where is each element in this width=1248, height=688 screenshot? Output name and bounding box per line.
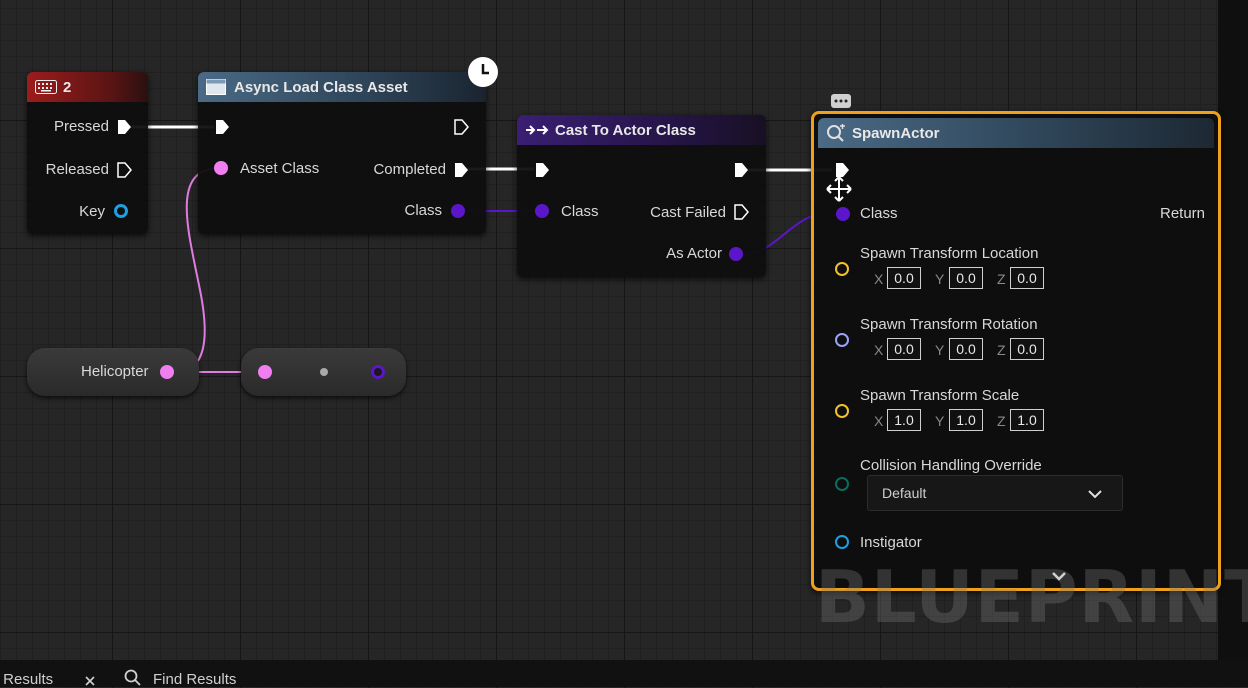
conversion-output-pin[interactable] <box>371 365 385 379</box>
cast-node[interactable]: Cast To Actor Class Class Cast Failed As… <box>517 115 766 277</box>
helicopter-output-pin[interactable] <box>160 365 174 379</box>
scale-y-field[interactable]: 1.0 <box>949 409 983 431</box>
rotation-x-label: X <box>874 342 884 358</box>
tab-results[interactable]: r Results <box>0 671 53 688</box>
released-label: Released <box>45 161 109 178</box>
conversion-input-pin[interactable] <box>258 365 272 379</box>
async-load-header[interactable]: Async Load Class Asset <box>198 72 486 102</box>
move-cursor-icon <box>826 176 852 202</box>
cast-failed-exec-pin[interactable] <box>733 204 749 220</box>
collision-pin[interactable] <box>835 477 849 491</box>
location-z-field[interactable]: 0.0 <box>1010 267 1044 289</box>
cast-exec-in[interactable] <box>534 162 550 178</box>
key-pin[interactable] <box>114 204 128 218</box>
location-y-label: Y <box>935 271 945 287</box>
as-actor-label: As Actor <box>666 245 722 262</box>
scale-z-label: Z <box>997 413 1006 429</box>
conversion-node[interactable] <box>241 348 406 396</box>
instigator-label: Instigator <box>860 534 922 551</box>
scale-pin[interactable] <box>835 404 849 418</box>
tab-find-results-label: Find Results <box>153 671 237 688</box>
location-x-label: X <box>874 271 884 287</box>
cast-header[interactable]: Cast To Actor Class <box>517 115 766 145</box>
helicopter-label: Helicopter <box>81 363 149 380</box>
spawn-class-pin[interactable] <box>836 207 850 221</box>
pressed-label: Pressed <box>53 118 109 135</box>
async-load-exec-then[interactable] <box>453 119 469 135</box>
async-class-label: Class <box>404 202 442 219</box>
spawn-class-label: Class <box>860 205 898 222</box>
async-load-node[interactable]: Async Load Class Asset Asset Class Compl… <box>198 72 486 234</box>
scale-z-field[interactable]: 1.0 <box>1010 409 1044 431</box>
search-icon <box>124 669 141 686</box>
chevron-down-icon <box>1088 490 1102 499</box>
pressed-exec-pin[interactable] <box>116 119 132 135</box>
asset-class-label: Asset Class <box>240 160 320 177</box>
rotation-y-label: Y <box>935 342 945 358</box>
close-icon[interactable] <box>85 676 95 686</box>
as-actor-pin[interactable] <box>729 247 743 261</box>
spawn-icon <box>827 124 845 142</box>
spawn-actor-header[interactable]: SpawnActor <box>818 118 1214 148</box>
rotation-z-label: Z <box>997 342 1006 358</box>
scale-x-field[interactable]: 1.0 <box>887 409 921 431</box>
cast-arrow-icon <box>526 125 549 135</box>
cast-failed-label: Cast Failed <box>650 204 726 221</box>
async-class-pin[interactable] <box>451 204 465 218</box>
asset-class-pin[interactable] <box>214 161 228 175</box>
node-comment-bubble-icon[interactable] <box>831 94 851 108</box>
location-y-field[interactable]: 0.0 <box>949 267 983 289</box>
key-event-title: 2 <box>63 78 72 96</box>
scale-y-label: Y <box>935 413 945 429</box>
rotation-pin[interactable] <box>835 333 849 347</box>
tab-find-results[interactable]: Find Results <box>153 671 236 688</box>
rotation-label: Spawn Transform Rotation <box>860 316 1038 333</box>
spawn-actor-title: SpawnActor <box>852 124 940 142</box>
collision-label: Collision Handling Override <box>860 457 1042 474</box>
cast-class-pin[interactable] <box>535 204 549 218</box>
spawn-actor-node[interactable]: SpawnActor Class Return Spawn Transform … <box>811 111 1221 591</box>
cast-title: Cast To Actor Class <box>555 121 696 139</box>
rotation-x-field[interactable]: 0.0 <box>887 338 921 360</box>
collision-dropdown-value: Default <box>882 485 927 501</box>
completed-exec-pin[interactable] <box>453 162 469 178</box>
helicopter-variable-node[interactable]: Helicopter <box>27 348 199 396</box>
cast-exec-out[interactable] <box>733 162 749 178</box>
collision-dropdown[interactable]: Default <box>867 475 1123 511</box>
async-load-exec-in[interactable] <box>214 119 230 135</box>
key-event-header[interactable]: 2 <box>27 72 148 102</box>
function-icon <box>206 79 226 95</box>
keyboard-icon <box>35 80 57 94</box>
async-load-title: Async Load Class Asset <box>234 78 408 96</box>
rotation-z-field[interactable]: 0.0 <box>1010 338 1044 360</box>
bottom-tab-bar: r Results Find Results <box>0 660 1248 688</box>
instigator-pin[interactable] <box>835 535 849 549</box>
conversion-dot-icon <box>320 368 328 376</box>
location-x-field[interactable]: 0.0 <box>887 267 921 289</box>
scale-label: Spawn Transform Scale <box>860 387 1020 404</box>
rotation-y-field[interactable]: 0.0 <box>949 338 983 360</box>
blueprint-watermark: BLUEPRINT <box>815 555 1248 639</box>
released-exec-pin[interactable] <box>116 162 132 178</box>
return-value-label: Return <box>1160 205 1206 222</box>
location-label: Spawn Transform Location <box>860 245 1039 262</box>
latent-clock-icon <box>468 57 498 87</box>
location-z-label: Z <box>997 271 1006 287</box>
key-event-node[interactable]: 2 Pressed Released Key <box>27 72 148 234</box>
key-label: Key <box>79 203 105 220</box>
completed-label: Completed <box>373 161 446 178</box>
location-pin[interactable] <box>835 262 849 276</box>
scale-x-label: X <box>874 413 884 429</box>
tab-results-label: r Results <box>0 671 54 688</box>
cast-class-label: Class <box>561 203 599 220</box>
